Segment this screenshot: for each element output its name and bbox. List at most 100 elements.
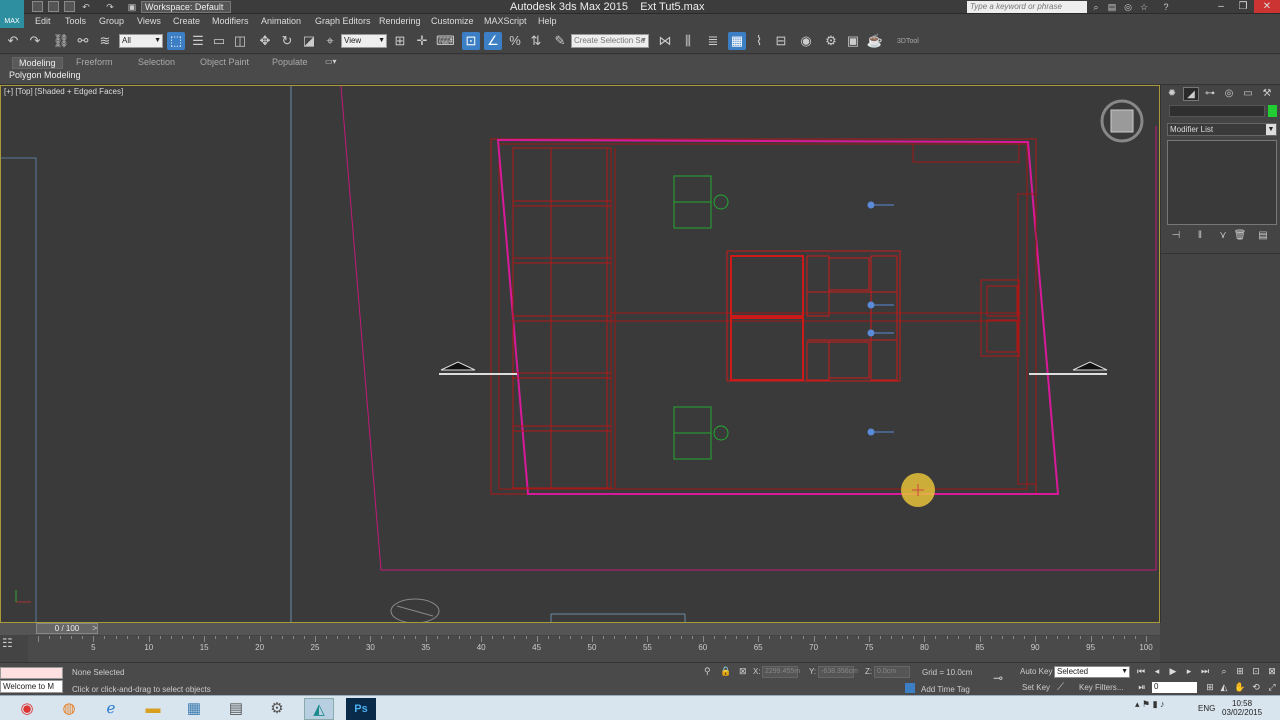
- modifier-stack[interactable]: [1167, 140, 1277, 225]
- close-icon[interactable]: ✕: [1254, 0, 1280, 13]
- render-setup-icon[interactable]: ⚙: [822, 32, 840, 50]
- firefox-icon[interactable]: ◍: [54, 698, 84, 720]
- rendered-frame-icon[interactable]: ▣: [844, 32, 862, 50]
- play-icon[interactable]: ▶: [1167, 666, 1179, 678]
- go-to-end-icon[interactable]: ⏭: [1199, 666, 1211, 678]
- new-file-icon[interactable]: [32, 1, 43, 12]
- workspace-dropdown[interactable]: Workspace: Default: [141, 1, 231, 13]
- window-crossing-icon[interactable]: ◫: [231, 32, 249, 50]
- modifier-list-dropdown[interactable]: Modifier List ▼: [1167, 123, 1277, 136]
- snaps-toggle-icon[interactable]: ⊡: [462, 32, 480, 50]
- language-indicator[interactable]: ENG: [1198, 704, 1215, 713]
- material-editor-icon[interactable]: ◉: [797, 32, 815, 50]
- minimize-icon[interactable]: –: [1210, 0, 1232, 13]
- hierarchy-panel-icon[interactable]: ⊶: [1202, 87, 1218, 101]
- menu-modifiers[interactable]: Modifiers: [212, 16, 249, 26]
- isolate-icon[interactable]: ⚲: [704, 666, 711, 677]
- menu-help[interactable]: Help: [538, 16, 557, 26]
- pivot-center-icon[interactable]: ⊞: [391, 32, 409, 50]
- tab-selection[interactable]: Selection: [132, 57, 181, 69]
- select-link-icon[interactable]: ⛓: [52, 32, 70, 50]
- angle-snap-icon[interactable]: ∠: [484, 32, 502, 50]
- project-folder-icon[interactable]: ▣: [126, 1, 138, 13]
- menu-customize[interactable]: Customize: [431, 16, 474, 26]
- add-time-tag[interactable]: Add Time Tag: [921, 685, 970, 694]
- curve-editor-icon[interactable]: ⌇: [750, 32, 768, 50]
- tools-icon[interactable]: ▤: [221, 698, 251, 720]
- next-frame-icon[interactable]: >: [92, 623, 97, 633]
- maxscript-listener-output[interactable]: Welcome to M: [0, 680, 63, 693]
- track-bar[interactable]: 5 10 15 20 25 30 35 40 45 50 55 60 65 70 75 80 85 90 95 100: [28, 636, 1160, 662]
- undo-quick-icon[interactable]: ↶: [80, 1, 92, 13]
- undo-icon[interactable]: ↶: [4, 32, 22, 50]
- redo-quick-icon[interactable]: ↷: [104, 1, 116, 13]
- key-mode-toggle-icon[interactable]: ⏯: [1136, 682, 1148, 694]
- next-frame-play-icon[interactable]: ▸: [1183, 666, 1195, 678]
- edit-named-sets-icon[interactable]: ✎: [551, 32, 569, 50]
- pan-view-icon[interactable]: ✋: [1234, 682, 1246, 694]
- remove-modifier-icon[interactable]: 🗑: [1233, 230, 1247, 242]
- bind-space-warp-icon[interactable]: ≋: [96, 32, 114, 50]
- motion-panel-icon[interactable]: ◎: [1221, 87, 1237, 101]
- orbit-icon[interactable]: ⟲: [1250, 682, 1262, 694]
- time-slider[interactable]: 0 / 100 >: [0, 623, 1160, 635]
- x-coordinate-field[interactable]: 2299.455m: [762, 666, 800, 678]
- select-manipulate-icon[interactable]: ✛: [413, 32, 431, 50]
- time-slider-thumb[interactable]: 0 / 100: [36, 623, 98, 634]
- absolute-mode-icon[interactable]: ⊠: [739, 666, 747, 677]
- redo-icon[interactable]: ↷: [26, 32, 44, 50]
- key-filters-button[interactable]: Key Filters...: [1079, 683, 1123, 692]
- key-mode-dropdown[interactable]: Selected ▼: [1054, 666, 1130, 678]
- render-teapot-icon[interactable]: ☕: [866, 32, 884, 50]
- network-icon[interactable]: ▦: [179, 698, 209, 720]
- select-object-icon[interactable]: ⬚: [167, 32, 185, 50]
- scene-explorer-icon[interactable]: ▦: [728, 32, 746, 50]
- tab-freeform[interactable]: Freeform: [70, 57, 119, 69]
- go-to-start-icon[interactable]: ⏮: [1135, 666, 1147, 678]
- maxscript-listener-input[interactable]: [0, 667, 63, 679]
- photoshop-icon[interactable]: Ps: [346, 698, 376, 720]
- maximize-icon[interactable]: ❐: [1232, 0, 1254, 13]
- keyboard-shortcut-icon[interactable]: ⌨: [436, 32, 455, 50]
- unlink-icon[interactable]: ⚯: [74, 32, 92, 50]
- zoom-extents-all-icon[interactable]: ⊠: [1266, 666, 1278, 678]
- open-file-icon[interactable]: [48, 1, 59, 12]
- key-icon[interactable]: ⊸: [993, 671, 1003, 685]
- time-config-icon[interactable]: ⊞: [1204, 682, 1216, 694]
- make-unique-icon[interactable]: ⋎: [1216, 230, 1230, 242]
- menu-views[interactable]: Views: [137, 16, 161, 26]
- layer-manager-icon[interactable]: ≣: [704, 32, 722, 50]
- menu-create[interactable]: Create: [173, 16, 200, 26]
- tool-label[interactable]: 3DTool: [897, 38, 919, 45]
- ie-icon[interactable]: ℯ: [96, 698, 126, 720]
- spinner-snap-icon[interactable]: ⇅: [527, 32, 545, 50]
- save-file-icon[interactable]: [64, 1, 75, 12]
- configure-sets-icon[interactable]: ▤: [1256, 230, 1270, 242]
- current-frame-field[interactable]: 0: [1152, 682, 1197, 693]
- menu-maxscript[interactable]: MAXScript: [484, 16, 527, 26]
- communication-icon[interactable]: ◎: [1122, 1, 1134, 13]
- set-key-button[interactable]: Set Key: [1022, 683, 1050, 692]
- help-icon[interactable]: ?: [1160, 1, 1172, 13]
- selection-filter-dropdown[interactable]: All ▼: [119, 34, 163, 48]
- 3dsmax-icon[interactable]: ◭: [304, 698, 334, 720]
- explorer-icon[interactable]: ▬: [138, 698, 168, 720]
- scale-icon[interactable]: ◪: [300, 32, 318, 50]
- select-by-name-icon[interactable]: ☰: [189, 32, 207, 50]
- rotate-icon[interactable]: ↻: [278, 32, 296, 50]
- favorites-star-icon[interactable]: ☆: [1138, 1, 1150, 13]
- menu-edit[interactable]: Edit: [35, 16, 51, 26]
- ribbon-panel-label[interactable]: Polygon Modeling: [9, 70, 81, 80]
- menu-graph-editors[interactable]: Graph Editors: [315, 16, 371, 26]
- previous-frame-icon[interactable]: ◂: [1151, 666, 1163, 678]
- clock[interactable]: 10:58 03/02/2015: [1222, 699, 1262, 717]
- object-name-field[interactable]: [1169, 105, 1265, 117]
- object-color-swatch[interactable]: [1268, 105, 1277, 117]
- ribbon-options-icon[interactable]: ▭▾: [325, 57, 337, 66]
- search-input[interactable]: Type a keyword or phrase: [967, 1, 1087, 13]
- create-panel-icon[interactable]: ✹: [1164, 87, 1180, 101]
- zoom-extents-icon[interactable]: ⊡: [1250, 666, 1262, 678]
- utilities-panel-icon[interactable]: ⚒: [1259, 87, 1275, 101]
- place-icon[interactable]: ⌖: [321, 32, 339, 50]
- tab-populate[interactable]: Populate: [266, 57, 314, 69]
